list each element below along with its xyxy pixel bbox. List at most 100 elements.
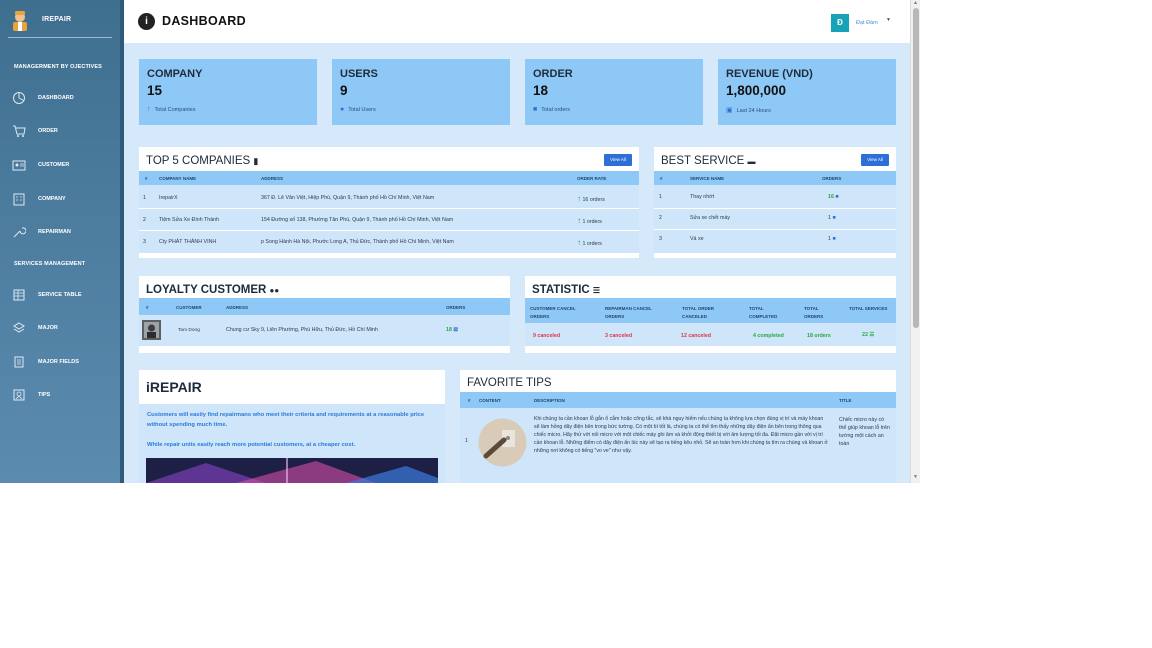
truck-icon: ■ [533,106,538,113]
user-circle-icon: ● [340,106,345,113]
brand[interactable]: IREPAIR [8,8,112,38]
stat-value: 9 [340,83,348,98]
sidebar-item-service-table[interactable]: SERVICE TABLE [10,286,118,306]
scroll-thumb[interactable] [913,8,919,328]
list-icon: ☰ [869,332,875,338]
stat-sub-text: Total Users [348,107,376,113]
cell-customer: Tam Dong [178,328,200,333]
sidebar-label: SERVICE TABLE [38,292,82,298]
cell-index: 1 [465,438,468,444]
view-all-button[interactable]: View All [861,154,889,166]
panel-title-text: BEST SERVICE [661,155,745,167]
sidebar-item-tips[interactable]: TIPS [10,386,118,406]
col-header: CONTENT [479,398,501,403]
stat-total-orders: 18 orders [807,333,831,339]
orders-text: 1 [828,236,831,242]
stat-total-canceled: 12 canceled [681,333,712,339]
cell-description: Khi chúng ta cần khoan lỗ gắn ổ cắm hoặc… [534,416,828,454]
sidebar-item-order[interactable]: ORDER [10,122,118,142]
cell-index: 2 [659,215,662,221]
sidebar-item-repairman[interactable]: REPAIRMAN [10,223,118,243]
view-all-button[interactable]: View All [604,154,632,166]
row-divider [654,208,896,209]
panel-title: LOYALTY CUSTOMER ●● [146,284,279,296]
col-header: # [145,176,148,181]
intro-paragraph: Customers will easily find repairmans wh… [147,412,425,428]
cell-rate: ↑ 1 orders [577,216,602,225]
avatar[interactable]: Đ [831,14,849,32]
favorite-tips-panel: FAVORITE TIPS # CONTENT DESCRIPTION TITL… [460,370,896,483]
sidebar-item-major[interactable]: MAJOR [10,319,118,339]
user-menu[interactable]: Đạt Đàm [856,20,878,26]
row-divider [139,208,639,209]
stat-subtitle: ● Total Users [340,106,376,113]
sidebar-label: ORDER [38,128,58,134]
cell-company: IrepairX [159,195,178,201]
cell-service: Sửa xe chết máy [690,215,731,221]
stat-title: COMPANY [147,68,203,80]
stat-sub-text: Last 24 Hours [736,108,771,114]
stat-total-completed: 4 completed [753,333,784,339]
row-divider [139,230,639,231]
info-icon: i [138,13,155,30]
col-header: SERVICE NAME [690,176,725,181]
col-header: # [146,305,149,310]
sidebar: IREPAIR MANAGERMENT BY OJECTIVES DASHBOA… [0,0,124,483]
top-companies-panel: TOP 5 COMPANIES ▮ View All # COMPANY NAM… [139,147,639,258]
stat-repairman-cancel: 3 canceled [605,333,633,339]
sidebar-label: TIPS [38,392,51,398]
col-header: ADDRESS [226,305,249,310]
scroll-up-icon[interactable]: ▲ [913,0,918,6]
users-icon: ●● [269,286,280,295]
list-alt-icon: ▬ [747,157,756,166]
page-scrollbar[interactable]: ▲ ▼ [910,0,920,483]
col-header: REPAIRMAN CANCEL ORDERS [605,306,652,319]
arrow-up-icon: ↑ [577,216,581,225]
cell-title: Chiếc micro này có thể giúp khoan lỗ trê… [839,417,890,447]
col-header: TITLE [839,398,852,403]
panel-title-text: LOYALTY CUSTOMER [146,284,267,296]
cart-icon [13,125,26,137]
customer-avatar [142,320,161,340]
col-header: ORDERS [446,305,466,310]
stat-subtitle: ▣ Last 24 Hours [726,106,771,114]
stat-sub-text: Total orders [541,107,570,113]
cell-orders: 16 ■ [828,194,839,200]
scroll-down-icon[interactable]: ▼ [913,474,918,480]
panel-title: TOP 5 COMPANIES ▮ [146,155,258,167]
caret-down-icon[interactable]: ▼ [886,17,891,23]
col-header: CUSTOMER CANCEL ORDERS [530,306,576,319]
tip-thumbnail [478,418,527,467]
sidebar-item-company[interactable]: COMPANY [10,190,118,210]
app-frame: IREPAIR MANAGERMENT BY OJECTIVES DASHBOA… [0,0,920,483]
panel-title-text: STATISTIC [532,284,590,296]
sidebar-label: DASHBOARD [38,95,74,101]
sidebar-item-dashboard[interactable]: DASHBOARD [10,89,118,109]
repair-banner-image [146,458,438,483]
col-header: ORDER RATE [577,176,607,181]
stat-value: 1,800,000 [726,83,787,98]
panel-title: iREPAIR [146,379,202,395]
panel-title-text: TOP 5 COMPANIES [146,155,251,167]
cell-rate: ↑ 16 orders [577,194,605,203]
arrow-up-icon: ↑ [577,238,581,247]
col-header: COMPANY NAME [159,176,197,181]
stat-card-revenue: REVENUE (VND) 1,800,000 ▣ Last 24 Hours [718,59,896,125]
building-icon [13,193,25,206]
cell-index: 1 [143,195,146,201]
best-service-panel: BEST SERVICE ▬ View All # SERVICE NAME O… [654,147,896,258]
sidebar-item-major-fields[interactable]: MAJOR FIELDS [10,353,118,373]
rate-text: 1 orders [582,241,602,247]
stat-subtitle: ■ Total orders [533,106,570,113]
id-badge-icon: ▣ [726,107,733,114]
table-header: CUSTOMER CANCEL ORDERS REPAIRMAN CANCEL … [525,298,896,323]
orders-text: 18 [446,327,452,333]
cell-orders: 1 ■ [828,215,836,221]
sidebar-label: MAJOR FIELDS [38,359,79,365]
sidebar-item-customer[interactable]: CUSTOMER [10,156,118,176]
col-header: DESCRIPTION [534,398,565,403]
sidebar-label: CUSTOMER [38,162,70,168]
truck-icon: ■ [832,215,836,221]
col-header: # [660,176,663,181]
cell-index: 2 [143,217,146,223]
